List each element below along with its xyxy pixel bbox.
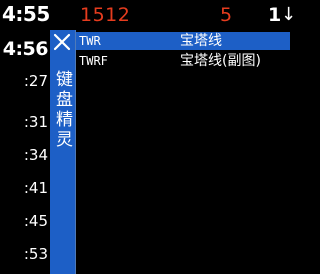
trade-time-column: 4:56 :27 :31 :34 :41 :45 :53 — [0, 32, 50, 274]
close-icon — [53, 33, 71, 51]
time-row: :41 — [23, 179, 48, 197]
quote-bar: 4:55 1512 5 1 ↓ — [0, 0, 300, 32]
last-trade-time: 4:55 — [2, 2, 50, 26]
time-row: :53 — [23, 245, 48, 263]
keyboard-sprite-panel: 键盘精灵 TWR 宝塔线 TWRF 宝塔线(副图) — [50, 30, 290, 274]
last-trade-price: 1512 — [80, 4, 131, 26]
result-name: 宝塔线(副图) — [180, 53, 261, 69]
time-row: :34 — [23, 146, 48, 164]
last-trade-count: 1 — [268, 4, 282, 26]
time-row: :31 — [23, 113, 48, 131]
keyboard-sprite-sidebar: 键盘精灵 — [50, 30, 75, 274]
list-item[interactable]: TWR 宝塔线 — [76, 32, 290, 50]
result-code: TWRF — [79, 54, 108, 68]
keyboard-sprite-results: TWR 宝塔线 TWRF 宝塔线(副图) — [75, 30, 290, 274]
list-item[interactable]: TWRF 宝塔线(副图) — [76, 52, 290, 70]
last-trade-volume: 5 — [220, 4, 233, 26]
time-row: :45 — [23, 212, 48, 230]
result-code: TWR — [79, 34, 101, 48]
result-name: 宝塔线 — [180, 33, 222, 49]
close-button[interactable] — [51, 31, 73, 53]
sell-arrow-icon: ↓ — [281, 4, 297, 25]
time-row: 4:56 — [2, 38, 49, 60]
keyboard-sprite-title: 键盘精灵 — [52, 70, 72, 150]
time-row: :27 — [23, 72, 48, 90]
